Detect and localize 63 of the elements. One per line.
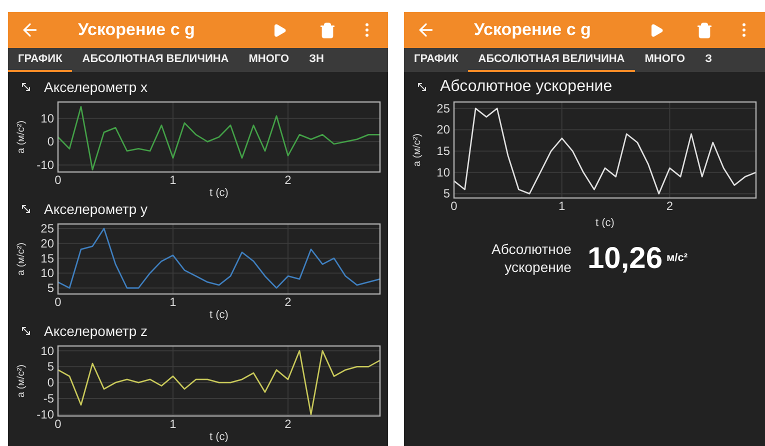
- tick-label: 10: [40, 344, 54, 358]
- tab[interactable]: АБСОЛЮТНАЯ ВЕЛИЧИНА: [72, 48, 239, 72]
- expand-icon[interactable]: [416, 81, 428, 93]
- tick-label: 2: [284, 295, 292, 309]
- axis-label: a (м/с²): [412, 134, 423, 166]
- app-title: Ускорение с g: [474, 19, 591, 42]
- tick-label: 5: [47, 360, 54, 374]
- tab[interactable]: З: [695, 48, 722, 72]
- play-icon[interactable]: [272, 22, 287, 38]
- value-reading: 10,26: [587, 241, 663, 277]
- tick-label: 10: [40, 266, 54, 280]
- tick-label: 0: [47, 134, 54, 149]
- tick-label: 1: [170, 295, 176, 309]
- play-icon[interactable]: [649, 22, 664, 38]
- tab[interactable]: ГРАФИК: [404, 48, 468, 72]
- app-title: Ускорение с g: [78, 19, 195, 42]
- tick-label: 15: [436, 144, 450, 158]
- tick-label: 15: [40, 251, 54, 266]
- expand-icon[interactable]: [20, 203, 32, 215]
- graph-title: Акселерометр x: [44, 78, 148, 97]
- tab[interactable]: ЗН: [299, 48, 334, 72]
- expand-icon[interactable]: [20, 325, 32, 337]
- axis-label: t (c): [210, 431, 228, 442]
- tick-label: -5: [43, 392, 54, 406]
- axis-label: t (c): [596, 217, 614, 228]
- value-label: Абсолютное ускорение: [490, 241, 572, 276]
- delete-icon[interactable]: [319, 22, 336, 38]
- tick-label: 0: [54, 173, 62, 187]
- tick-label: 2: [284, 173, 292, 187]
- tick-label: 10: [40, 111, 54, 126]
- axis-label: a (м/с²): [16, 364, 27, 398]
- tick-label: -10: [36, 407, 54, 422]
- graph-title: Акселерометр y: [44, 200, 148, 219]
- tick-label: 20: [436, 122, 450, 137]
- tick-label: 1: [170, 417, 176, 431]
- tick-label: 25: [436, 101, 450, 116]
- tick-label: 20: [40, 236, 54, 250]
- tick-label: 0: [54, 295, 62, 309]
- axis-label: a (м/с²): [16, 120, 27, 154]
- tab[interactable]: МНОГО: [238, 48, 300, 72]
- tick-label: 10: [436, 165, 450, 180]
- delete-icon[interactable]: [696, 22, 713, 38]
- axis-label: a (м/с²): [16, 242, 27, 276]
- tick-label: 1: [558, 199, 566, 213]
- tick-label: 25: [40, 221, 54, 236]
- tick-label: 2: [666, 199, 674, 213]
- value-unit: м/с²: [666, 251, 688, 266]
- tick-label: 0: [450, 199, 458, 213]
- graph-title: Абсолютное ускорение: [440, 77, 612, 97]
- tab[interactable]: ГРАФИК: [8, 48, 72, 72]
- tick-label: 1: [170, 173, 176, 187]
- tick-label: 5: [47, 281, 54, 296]
- tab[interactable]: МНОГО: [634, 48, 696, 72]
- tick-label: 0: [47, 376, 54, 390]
- expand-icon[interactable]: [20, 81, 32, 93]
- tick-label: 5: [443, 186, 450, 201]
- tick-label: -10: [36, 158, 54, 172]
- tab[interactable]: АБСОЛЮТНАЯ ВЕЛИЧИНА: [468, 48, 635, 72]
- graph-title: Акселерометр z: [44, 322, 148, 341]
- axis-label: t (c): [210, 309, 228, 320]
- tick-label: 2: [284, 417, 292, 431]
- axis-label: t (c): [210, 187, 228, 198]
- tick-label: 0: [54, 417, 62, 431]
